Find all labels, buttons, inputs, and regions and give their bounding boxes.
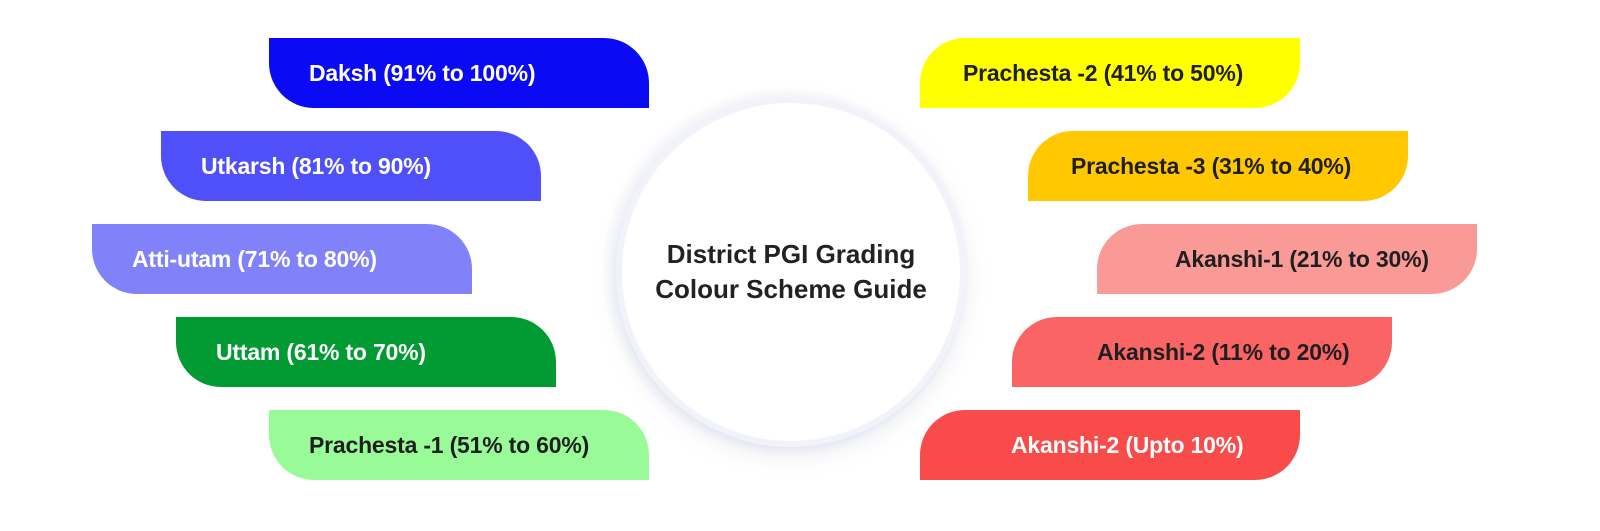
grade-pill-akanshi-2-upto-10: Akanshi-2 (Upto 10%) [920, 410, 1300, 480]
center-title-line-2: Colour Scheme Guide [655, 274, 927, 304]
grade-label: Prachesta -1 (51% to 60%) [309, 431, 590, 458]
grade-pill-akanshi-1: Akanshi-1 (21% to 30%) [1097, 224, 1477, 294]
grade-label: Uttam (61% to 70%) [216, 338, 426, 365]
grade-label: Daksh (91% to 100%) [309, 59, 536, 86]
grade-label: Akanshi-2 (11% to 20%) [1097, 338, 1350, 365]
grade-pill-prachesta-1: Prachesta -1 (51% to 60%) [269, 410, 649, 480]
grade-pill-akanshi-2: Akanshi-2 (11% to 20%) [1012, 317, 1392, 387]
center-title-circle: District PGI Grading Colour Scheme Guide [622, 103, 960, 441]
grade-label: Utkarsh (81% to 90%) [201, 152, 431, 179]
center-title-line-1: District PGI Grading [666, 239, 916, 269]
grade-pill-daksh: Daksh (91% to 100%) [269, 38, 649, 108]
grade-pill-utkarsh: Utkarsh (81% to 90%) [161, 131, 541, 201]
grade-pill-prachesta-2: Prachesta -2 (41% to 50%) [920, 38, 1300, 108]
grade-label: Akanshi-2 (Upto 10%) [1011, 431, 1244, 458]
grading-colour-scheme-diagram: District PGI Grading Colour Scheme Guide… [0, 0, 1600, 531]
grade-pill-uttam: Uttam (61% to 70%) [176, 317, 556, 387]
grade-label: Atti-utam (71% to 80%) [132, 245, 377, 272]
grade-pill-prachesta-3: Prachesta -3 (31% to 40%) [1028, 131, 1408, 201]
grade-label: Prachesta -3 (31% to 40%) [1071, 152, 1352, 179]
grade-label: Akanshi-1 (21% to 30%) [1175, 245, 1429, 272]
grade-pill-atti-utam: Atti-utam (71% to 80%) [92, 224, 472, 294]
grade-label: Prachesta -2 (41% to 50%) [963, 59, 1244, 86]
